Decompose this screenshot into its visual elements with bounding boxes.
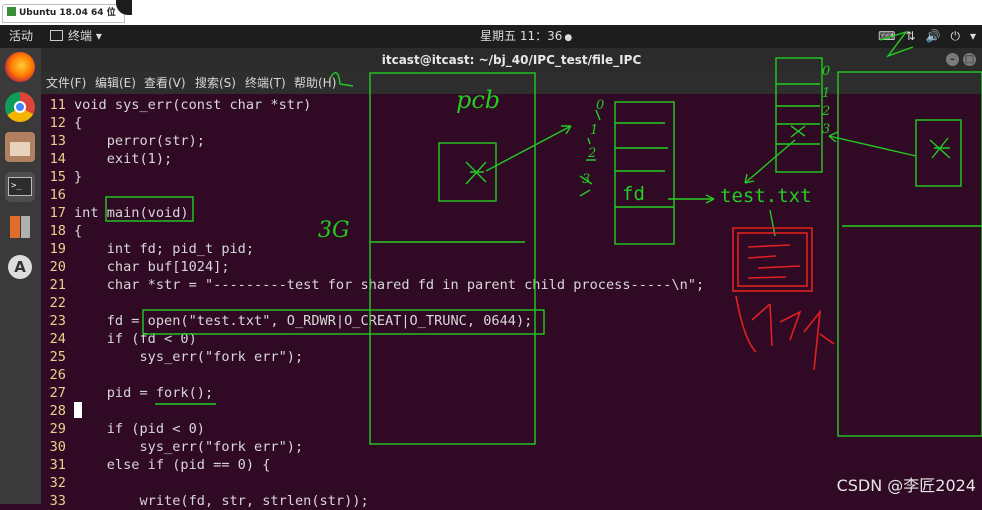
child-index-1: 1 [822,86,831,101]
keyboard-icon[interactable]: ⌨ [878,25,895,48]
activities-button[interactable]: 活动 [9,25,33,48]
child-index-2: 2 [822,104,831,119]
minimize-button[interactable]: – [946,53,959,66]
code-line: 11 void sys_err(const char *str) [49,97,312,113]
code-line: 17 int main(void) [49,205,189,221]
power-icon[interactable]: ⏻ [950,25,960,48]
fd-index-3: 3 [582,172,591,187]
notification-dot-icon: ● [564,33,573,43]
code-line: 21 char *str = "---------test for shared… [49,277,705,293]
csdn-watermark: CSDN @李匠2024 [836,476,976,495]
code-line: 24 if (fd < 0) [49,331,197,347]
volume-icon[interactable]: 🔊 [926,25,941,48]
code-line: 23 fd = open("test.txt", O_RDWR|O_CREAT|… [49,313,533,329]
top-panel: 活动 终端 ▾ 星期五 11：36 ● ⌨ ⇅ 🔊 ⏻ ▾ [0,25,982,48]
app-menu-button[interactable]: 终端 ▾ [50,25,102,48]
pcb-label: pcb [456,86,501,114]
app-menu-label: 终端 [68,29,93,43]
vm-tab-label: Ubuntu 18.04 64 位 [19,8,116,18]
code-line: 14 exit(1); [49,151,173,167]
fd-index-1: 1 [590,123,599,138]
code-line: 15} [49,169,83,185]
maximize-button[interactable]: □ [963,53,976,66]
vscode-icon[interactable] [5,212,35,242]
code-line: 27 pid = fork(); [49,385,214,401]
menu-edit[interactable]: 编辑(E) [95,72,136,94]
code-line: 18{ [49,223,83,239]
code-line: 22 [49,295,66,311]
fd-index-2: 2 [588,146,597,161]
clock[interactable]: 星期五 11：36 ● [480,25,572,50]
code-line: 32 [49,475,66,491]
menu-view[interactable]: 查看(V) [144,72,186,94]
disk-label: 磁盘 [736,296,738,297]
vm-tab[interactable]: Ubuntu 18.04 64 位 [2,4,125,23]
child-index-0: 0 [822,64,831,79]
code-line: 25 sys_err("fork err"); [49,349,304,365]
fd-index-0: 0 [596,98,605,113]
files-icon[interactable] [5,132,35,162]
fd-label: fd [622,183,645,205]
terminal-titlebar[interactable]: itcast@itcast: ~/bj_40/IPC_test/file_IPC… [41,48,982,72]
file-label: test.txt [720,185,812,207]
chevron-down-icon[interactable]: ▾ [970,25,976,48]
clock-label: 星期五 11：36 [480,29,563,43]
text-cursor [74,402,82,418]
vm-icon [7,7,16,16]
vm-host-bar: Ubuntu 18.04 64 位 [0,0,982,25]
terminal-app-icon[interactable]: >_ [5,172,35,202]
memory-3g-label: 3G [318,218,350,243]
menu-search[interactable]: 搜索(S) [195,72,236,94]
code-line: 19 int fd; pid_t pid; [49,241,255,257]
menu-terminal[interactable]: 终端(T) [245,72,286,94]
code-line: 12{ [49,115,83,131]
child-index-3: 3 [822,122,831,137]
code-line: 26 [49,367,66,383]
dock: >_ A [0,48,41,504]
code-line: 29 if (pid < 0) [49,421,205,437]
number-3-label: 3 [895,18,910,46]
window-title: itcast@itcast: ~/bj_40/IPC_test/file_IPC [381,53,642,67]
terminal-content[interactable]: 11 void sys_err(const char *str) 12{ 13 p… [41,95,982,509]
terminal-menubar: 文件(F) 编辑(E) 查看(V) 搜索(S) 终端(T) 帮助(H) [41,72,982,94]
terminal-icon [50,30,63,41]
code-line: 30 sys_err("fork err"); [49,439,304,455]
code-line: 16 [49,187,66,203]
code-line: 13 perror(str); [49,133,205,149]
software-updater-icon[interactable]: A [5,252,35,282]
chrome-icon[interactable] [5,92,35,122]
menu-file[interactable]: 文件(F) [46,72,86,94]
code-line: 33 write(fd, str, strlen(str)); [49,493,369,509]
code-line: 20 char buf[1024]; [49,259,230,275]
number-4-label: 4 [331,50,348,80]
system-tray[interactable]: ⌨ ⇅ 🔊 ⏻ ▾ [878,25,976,48]
firefox-icon[interactable] [5,52,35,82]
code-line: 28 [41,402,82,420]
code-line: 31 else if (pid == 0) { [49,457,271,473]
